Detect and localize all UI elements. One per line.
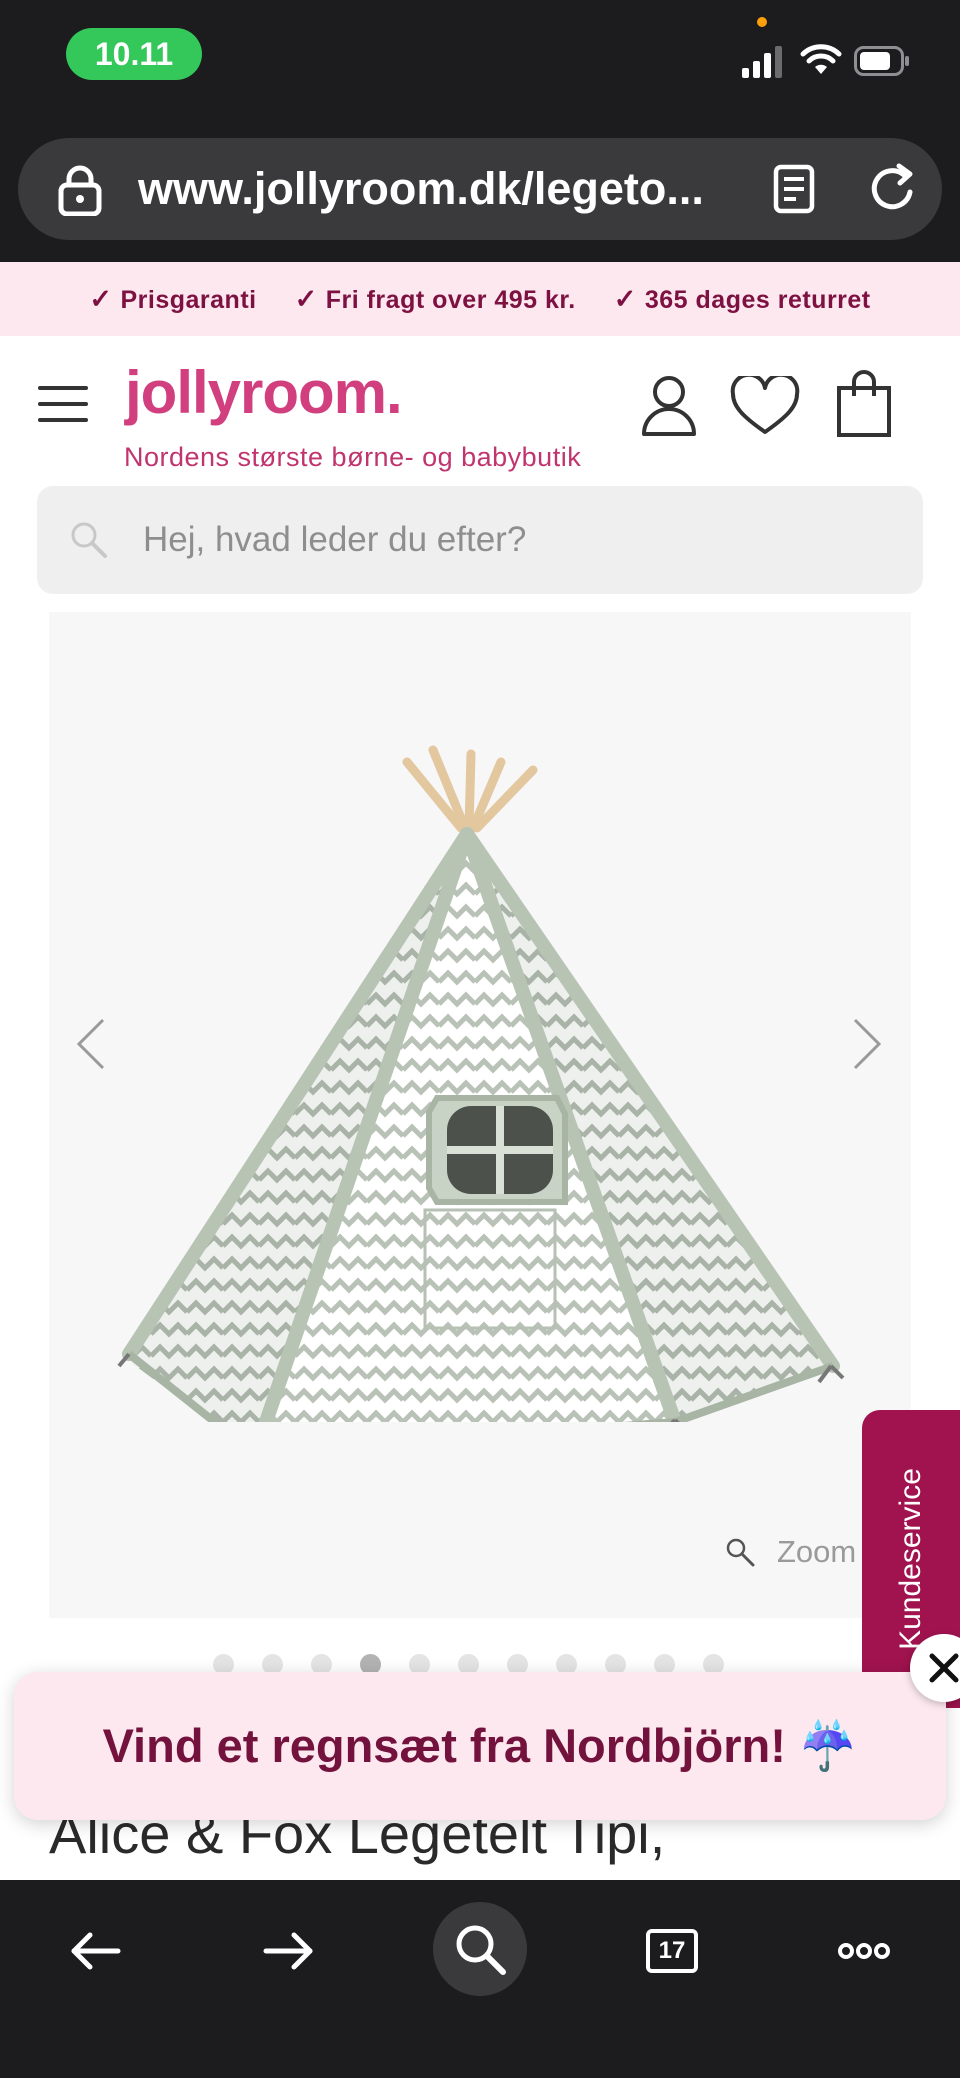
promo-text: Vind et regnsæt fra Nordbjörn! ☔: [102, 1719, 858, 1772]
search-bar[interactable]: [37, 486, 923, 594]
usp-bar: ✓ Prisgaranti ✓ Fri fragt over 495 kr. ✓ 36…: [0, 262, 960, 336]
usp-item: ✓ Prisgaranti: [89, 283, 257, 314]
product-image-gallery[interactable]: Zoom: [49, 612, 911, 1618]
logo[interactable]: jollyroom.: [125, 358, 403, 427]
search-input[interactable]: [143, 486, 883, 594]
privacy-indicator-dot: [757, 17, 767, 27]
previous-image-arrow-icon[interactable]: [73, 1016, 109, 1072]
toolbar-search-button[interactable]: [433, 1902, 527, 1996]
back-button[interactable]: [58, 1916, 134, 1986]
tabs-button[interactable]: 17: [634, 1916, 710, 1986]
status-bar: 10.11: [0, 0, 960, 128]
search-icon: [456, 1925, 506, 1975]
lock-icon: [58, 165, 102, 216]
site-header: jollyroom. Nordens største børne- og bab…: [0, 336, 960, 486]
menu-icon[interactable]: [38, 386, 88, 422]
more-button[interactable]: [826, 1916, 902, 1986]
promo-banner[interactable]: Vind et regnsæt fra Nordbjörn! ☔: [14, 1672, 946, 1820]
user-icon[interactable]: [640, 374, 698, 436]
heart-icon[interactable]: [730, 376, 800, 436]
reader-mode-icon[interactable]: [772, 164, 816, 214]
back-arrow-icon: [71, 1932, 121, 1970]
kundeservice-label: Kundeservice: [894, 1468, 927, 1650]
forward-button[interactable]: [250, 1916, 326, 1986]
web-page: ✓ Prisgaranti ✓ Fri fragt over 495 kr. ✓ 36…: [0, 262, 960, 1880]
search-icon: [71, 522, 107, 558]
battery-icon: [854, 46, 909, 76]
wifi-icon: [800, 44, 842, 74]
next-image-arrow-icon[interactable]: [849, 1016, 885, 1072]
zoom-label: Zoom: [777, 1534, 857, 1569]
cellular-signal-icon: [742, 44, 782, 78]
reload-icon[interactable]: [866, 162, 920, 216]
tabs-count: 17: [646, 1929, 698, 1973]
zoom-button[interactable]: Zoom: [725, 1532, 856, 1572]
usp-item: ✓ 365 dages returret: [613, 283, 871, 314]
status-time: 10.11: [66, 28, 202, 80]
more-dots-icon: [838, 1943, 890, 1959]
forward-arrow-icon: [263, 1932, 313, 1970]
magnifier-icon: [726, 1538, 755, 1567]
shopping-bag-icon[interactable]: [836, 370, 892, 438]
product-image[interactable]: [115, 702, 851, 1422]
check-icon: ✓: [294, 283, 318, 314]
check-icon: ✓: [89, 283, 113, 314]
close-x-icon: [929, 1653, 959, 1683]
url-text[interactable]: www.jollyroom.dk/legeto...: [138, 138, 738, 240]
tagline: Nordens største børne- og babybutik: [124, 442, 582, 472]
check-icon: ✓: [613, 283, 637, 314]
browser-toolbar: 17: [0, 1880, 960, 2078]
usp-item: ✓ Fri fragt over 495 kr.: [294, 283, 576, 314]
address-bar[interactable]: www.jollyroom.dk/legeto...: [18, 138, 942, 240]
